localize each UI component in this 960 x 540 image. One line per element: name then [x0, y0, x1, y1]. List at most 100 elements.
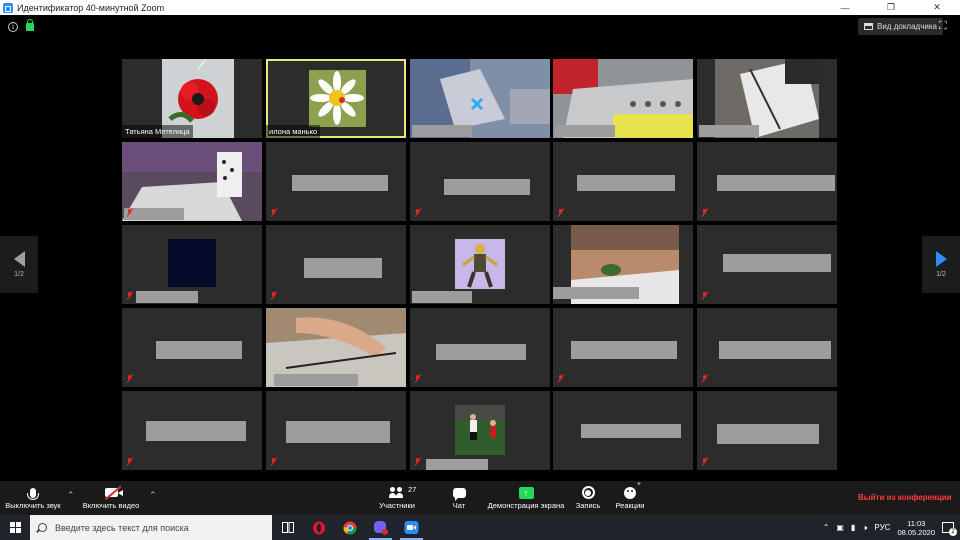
opera-icon[interactable]	[303, 515, 334, 540]
share-screen-button[interactable]: ↑ Демонстрация экрана	[484, 484, 568, 510]
participant-tile[interactable]	[553, 308, 693, 387]
start-button[interactable]	[0, 515, 30, 540]
speaker-view-label: Вид докладчика	[877, 22, 937, 31]
participant-tile[interactable]	[410, 59, 550, 138]
participant-tile[interactable]	[697, 391, 837, 470]
previous-page-button[interactable]: 1/2	[0, 236, 38, 293]
battery-icon[interactable]: ▮	[851, 523, 855, 532]
clock[interactable]: 11:03 08.05.2020	[897, 519, 935, 537]
participant-tile[interactable]	[266, 391, 406, 470]
participant-tile[interactable]	[410, 308, 550, 387]
next-page-button[interactable]: 1/2	[922, 236, 960, 293]
participant-tile[interactable]	[410, 142, 550, 221]
zoom-window: Идентификатор 40-минутной Zoom — ❐ ✕ i В…	[0, 0, 960, 540]
participant-tile[interactable]	[122, 391, 262, 470]
redacted-name-block	[274, 374, 358, 386]
participant-tile[interactable]	[697, 142, 837, 221]
participant-tile[interactable]	[266, 308, 406, 387]
muted-microphone-icon	[414, 375, 421, 383]
redacted-name-block	[717, 175, 835, 191]
muted-microphone-icon	[557, 209, 564, 217]
participant-tile[interactable]: илона манько	[266, 59, 406, 138]
participant-tile[interactable]	[410, 391, 550, 470]
redacted-name-block	[719, 341, 831, 359]
info-icon[interactable]: i	[8, 22, 18, 32]
participant-tile[interactable]	[697, 225, 837, 304]
muted-microphone-icon	[557, 375, 564, 383]
participant-name: илона манько	[266, 125, 321, 138]
participant-tile[interactable]	[122, 225, 262, 304]
language-indicator[interactable]: РУС	[874, 523, 890, 532]
notification-count: 2	[949, 528, 957, 536]
participant-tile[interactable]: Татьяна Метелица	[122, 59, 262, 138]
chat-button[interactable]: Чат	[444, 484, 474, 510]
start-video-button[interactable]: Включить видео	[80, 484, 142, 510]
minimize-icon[interactable]: —	[822, 0, 868, 15]
system-tray: ⌃ ▣ ▮ 🕨 РУС 11:03 08.05.2020 2	[823, 519, 960, 537]
redacted-name-block	[553, 287, 639, 299]
participant-tile[interactable]	[553, 225, 693, 304]
chrome-icon[interactable]	[334, 515, 365, 540]
muted-microphone-icon	[701, 209, 708, 217]
video-camera-off-icon	[104, 488, 123, 497]
window-title: Идентификатор 40-минутной Zoom	[17, 2, 165, 13]
share-screen-label: Демонстрация экрана	[487, 501, 565, 510]
redacted-name-block	[571, 341, 677, 359]
muted-microphone-icon	[270, 458, 277, 466]
redacted-name-block	[426, 459, 488, 470]
redacted-name-block	[717, 424, 819, 444]
close-icon[interactable]: ✕	[914, 0, 960, 15]
leave-meeting-button[interactable]: Выйти из конференции	[858, 493, 952, 502]
video-gallery: Татьяна Метелица илона манько	[122, 59, 839, 470]
chevron-up-icon[interactable]: ⌃	[823, 523, 830, 532]
video-options-chevron-icon[interactable]: ⌃	[149, 490, 157, 501]
zoom-icon[interactable]	[396, 515, 427, 540]
redacted-name-block	[555, 125, 615, 137]
redacted-name-block	[412, 125, 472, 137]
muted-microphone-icon	[701, 375, 708, 383]
participant-tile[interactable]	[697, 308, 837, 387]
participant-tile[interactable]	[697, 59, 837, 138]
windows-logo-icon	[9, 522, 21, 533]
restore-icon[interactable]: ❐	[868, 0, 914, 15]
meeting-toolbar: Выключить звук ⌃ Включить видео ⌃ Участн…	[0, 481, 960, 515]
notification-center-icon[interactable]: 2	[942, 522, 957, 536]
participant-tile[interactable]	[553, 391, 693, 470]
audio-options-chevron-icon[interactable]: ⌃	[67, 490, 75, 501]
network-icon[interactable]: ▣	[836, 523, 844, 532]
participant-video	[455, 405, 505, 455]
participant-tile[interactable]	[122, 142, 262, 221]
participant-tile[interactable]	[553, 142, 693, 221]
speaker-view-button[interactable]: Вид докладчика	[858, 18, 943, 35]
participant-tile[interactable]	[266, 225, 406, 304]
volume-icon[interactable]: 🕨	[862, 523, 867, 533]
lock-icon[interactable]	[26, 19, 34, 31]
record-button[interactable]: Запись	[572, 484, 604, 510]
task-view-icon[interactable]	[272, 515, 303, 540]
muted-microphone-icon	[126, 458, 133, 466]
fullscreen-icon[interactable]: ⛶	[939, 21, 950, 32]
window-controls: — ❐ ✕	[822, 0, 960, 15]
viber-icon[interactable]	[365, 515, 396, 540]
participant-name: Татьяна Метелица	[122, 125, 193, 138]
participant-tile[interactable]	[122, 308, 262, 387]
redacted-name-block	[444, 179, 530, 195]
reactions-button[interactable]: Реакции	[612, 481, 648, 511]
reactions-label: Реакции	[615, 501, 645, 510]
participant-video	[168, 239, 216, 287]
title-bar: Идентификатор 40-минутной Zoom — ❐ ✕	[0, 0, 960, 15]
redacted-name-block	[146, 421, 246, 441]
clock-date: 08.05.2020	[897, 527, 935, 537]
muted-microphone-icon	[701, 292, 708, 300]
participant-tile[interactable]	[553, 59, 693, 138]
muted-microphone-icon	[414, 458, 421, 466]
taskbar-search-box[interactable]: Введите здесь текст для поиска	[30, 515, 272, 540]
participant-tile[interactable]	[410, 225, 550, 304]
muted-microphone-icon	[126, 292, 133, 300]
search-icon	[38, 523, 47, 532]
redacted-name-block	[577, 175, 675, 191]
mute-button[interactable]: Выключить звук	[2, 484, 64, 510]
participants-label: Участники	[379, 501, 415, 510]
redacted-name-block	[124, 208, 184, 220]
participant-tile[interactable]	[266, 142, 406, 221]
